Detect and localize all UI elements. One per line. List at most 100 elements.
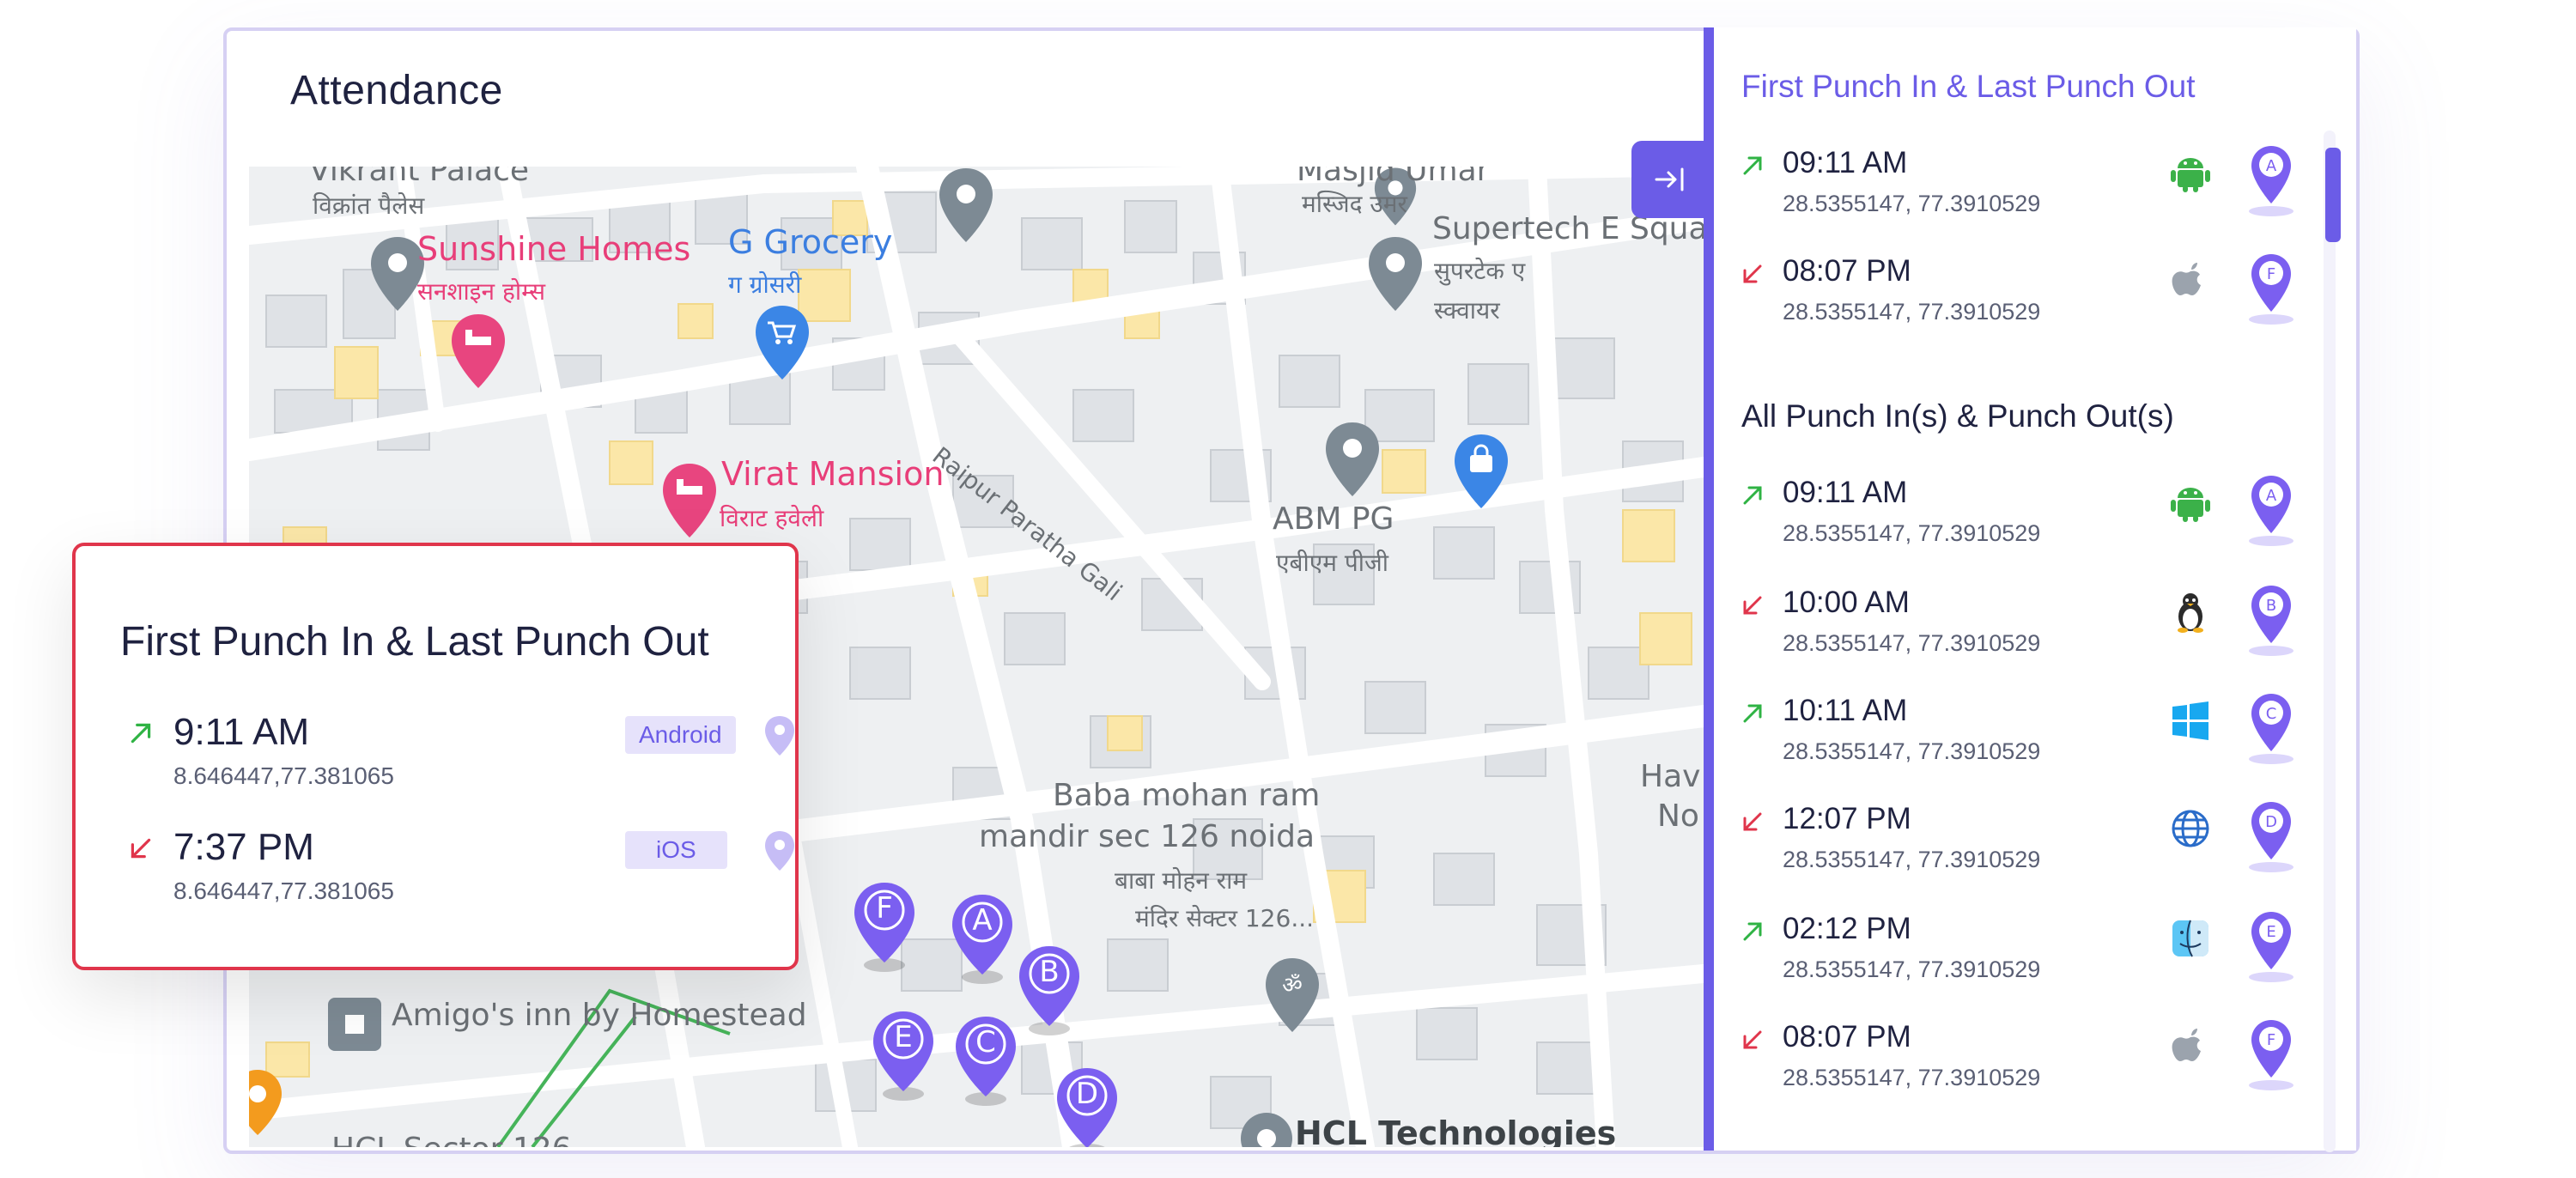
svg-text:D: D	[2265, 813, 2277, 831]
location-marker-icon[interactable]: D	[2241, 798, 2301, 876]
map-label: ABM PG	[1273, 501, 1394, 537]
shopping-bag-pin-icon[interactable]	[1451, 433, 1511, 510]
temple-pin-icon[interactable]: ॐ	[1262, 956, 1322, 1034]
map-label: विराट हवेली	[720, 504, 824, 532]
collapse-panel-button[interactable]	[1631, 141, 1709, 218]
punch-out-arrow-icon	[1743, 264, 1762, 283]
punch-in-arrow-icon	[1743, 922, 1762, 941]
punch-marker-C[interactable]: C	[951, 1013, 1020, 1108]
map-label: mandir sec 126 noida	[979, 819, 1315, 854]
map-label: No	[1657, 798, 1699, 834]
location-pin-icon[interactable]	[762, 829, 797, 872]
punch-out-arrow-icon	[1743, 812, 1762, 831]
poi-pin-icon[interactable]	[1322, 421, 1382, 498]
poi-pin-icon[interactable]	[1236, 1111, 1297, 1147]
punch-coords: 28.5355147, 77.3910529	[1783, 520, 2041, 546]
map-label: Virat Mansion	[721, 455, 945, 493]
punch-out-arrow-icon	[1743, 1030, 1762, 1049]
punch-out-arrow-icon	[131, 838, 151, 859]
linux-icon	[2178, 593, 2203, 633]
punch-entry[interactable]: 12:07 PM 28.5355147, 77.3910529 D	[1740, 802, 2306, 896]
poi-pin-icon[interactable]	[936, 167, 996, 244]
punch-coords: 8.646447,77.381065	[173, 877, 394, 904]
punch-time: 10:11 AM	[1783, 694, 1908, 727]
map-label: Amigo's inn by Homestead	[392, 998, 807, 1033]
punch-time: 09:11 AM	[1783, 146, 1908, 179]
punch-coords: 28.5355147, 77.3910529	[1783, 630, 2041, 656]
punch-time: 7:37 PM	[173, 826, 314, 868]
map-label: ग ग्रोसरी	[728, 270, 802, 299]
location-marker-icon[interactable]: F	[2241, 1017, 2301, 1094]
punch-entry[interactable]: 08:07 PM 28.5355147, 77.3910529 F	[1740, 1020, 2306, 1114]
punch-coords: 28.5355147, 77.3910529	[1783, 191, 2041, 216]
punch-marker-label: F	[876, 891, 893, 926]
punch-coords: 28.5355147, 77.3910529	[1783, 847, 2041, 872]
location-marker-icon[interactable]: E	[2241, 908, 2301, 986]
punch-time: 12:07 PM	[1783, 802, 1911, 835]
punch-time: 9:11 AM	[173, 711, 310, 753]
map-label: HCL Technologies	[1295, 1114, 1617, 1147]
punch-marker-B[interactable]: B	[1015, 943, 1084, 1037]
punch-coords: 28.5355147, 77.3910529	[1783, 1065, 2041, 1090]
punch-marker-label: A	[972, 903, 993, 938]
scrollbar-track[interactable]	[2324, 131, 2336, 1152]
svg-text:ॐ: ॐ	[1282, 973, 1303, 999]
map-label: सनशाइन होम्स	[417, 277, 546, 306]
windows-icon	[2172, 701, 2208, 740]
punch-out-arrow-icon	[1743, 596, 1762, 615]
location-marker-icon[interactable]: A	[2241, 472, 2301, 550]
location-pin-icon[interactable]	[762, 714, 797, 757]
svg-text:B: B	[2266, 597, 2276, 615]
lodging-pin-icon[interactable]	[659, 462, 720, 539]
punch-marker-label: D	[1075, 1077, 1099, 1111]
punch-coords: 8.646447,77.381065	[173, 762, 394, 789]
map-label: बाबा मोहन राम	[1115, 866, 1248, 895]
popup-title: First Punch In & Last Punch Out	[120, 619, 709, 665]
location-marker-icon[interactable]: F	[2241, 251, 2301, 328]
grocery-cart-pin-icon[interactable]	[752, 304, 812, 381]
mac-finder-icon	[2172, 920, 2208, 957]
svg-text:E: E	[2266, 923, 2275, 941]
map-label: Sunshine Homes	[417, 230, 691, 268]
apple-icon	[2172, 263, 2201, 295]
svg-text:A: A	[2266, 157, 2277, 175]
map-label: Masjid Umar	[1297, 167, 1490, 188]
svg-text:F: F	[2267, 1031, 2275, 1049]
popup-punch-row[interactable]: 9:11 AM 8.646447,77.381065 Android	[127, 711, 794, 809]
svg-text:F: F	[2267, 265, 2275, 283]
punch-coords: 28.5355147, 77.3910529	[1783, 299, 2041, 325]
punch-marker-E[interactable]: E	[869, 1008, 938, 1102]
map-label: Hav	[1640, 759, 1701, 794]
location-marker-icon[interactable]: B	[2241, 582, 2301, 659]
android-icon	[2171, 488, 2210, 522]
svg-text:C: C	[2266, 705, 2277, 723]
orange-poi-pin-icon[interactable]	[249, 1068, 283, 1137]
scrollbar-thumb[interactable]	[2325, 148, 2341, 242]
apple-icon	[2172, 1029, 2201, 1061]
punch-marker-D[interactable]: D	[1053, 1065, 1121, 1147]
punch-entry[interactable]: 02:12 PM 28.5355147, 77.3910529 E	[1740, 912, 2306, 1006]
map-label: विक्रांत पैलेस	[313, 191, 425, 220]
map-label: स्क्वायर	[1434, 296, 1500, 325]
lodging-pin-icon[interactable]	[448, 313, 508, 390]
punch-entry[interactable]: 10:11 AM 28.5355147, 77.3910529 C	[1740, 694, 2306, 788]
punch-entry[interactable]: 09:11 AM 28.5355147, 77.3910529 A	[1740, 146, 2306, 240]
punch-time: 02:12 PM	[1783, 912, 1911, 945]
map-label: सुपरटेक ए	[1434, 257, 1526, 285]
punch-entry[interactable]: 09:11 AM 28.5355147, 77.3910529 A	[1740, 476, 2306, 570]
hotel-square-icon[interactable]	[326, 996, 383, 1053]
punch-in-arrow-icon	[1743, 704, 1762, 723]
page-title: Attendance	[290, 68, 503, 113]
punch-coords: 28.5355147, 77.3910529	[1783, 738, 2041, 764]
punch-marker-A[interactable]: A	[948, 891, 1017, 986]
location-marker-icon[interactable]: C	[2241, 690, 2301, 768]
svg-text:A: A	[2266, 487, 2277, 505]
popup-punch-row[interactable]: 7:37 PM 8.646447,77.381065 iOS	[127, 826, 794, 924]
punch-marker-F[interactable]: F	[850, 879, 919, 974]
android-icon	[2171, 158, 2210, 192]
poi-pin-icon[interactable]	[1365, 235, 1425, 313]
punch-entry[interactable]: 08:07 PM 28.5355147, 77.3910529 F	[1740, 254, 2306, 349]
punch-marker-label: E	[894, 1020, 913, 1054]
punch-entry[interactable]: 10:00 AM 28.5355147, 77.3910529 B	[1740, 586, 2306, 680]
location-marker-icon[interactable]: A	[2241, 143, 2301, 220]
